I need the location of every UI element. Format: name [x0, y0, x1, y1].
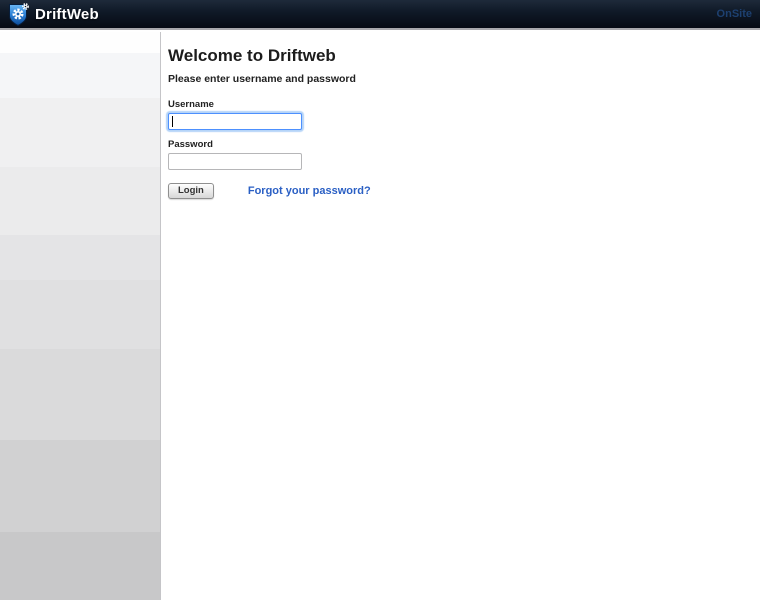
login-button[interactable]: Login [168, 183, 214, 200]
sidebar [0, 32, 161, 600]
username-field-row [168, 113, 304, 131]
sidebar-stripe [0, 280, 160, 349]
username-label: Username [168, 99, 214, 111]
app-title: DriftWeb [35, 5, 99, 23]
onsite-link[interactable]: OnSite [717, 8, 752, 20]
password-input[interactable] [168, 153, 302, 171]
password-label: Password [168, 139, 213, 151]
sidebar-stripe [0, 532, 160, 600]
sidebar-stripe [0, 440, 160, 532]
button-row: Login Forgot your password? [168, 183, 760, 200]
shield-gear-icon [8, 2, 30, 27]
password-field-row [168, 153, 304, 171]
text-caret [172, 116, 173, 128]
page-subtitle: Please enter username and password [168, 73, 356, 86]
main-content: Welcome to Driftweb Please enter usernam… [162, 32, 760, 600]
top-header: DriftWeb OnSite [0, 0, 760, 30]
app-logo[interactable]: DriftWeb [8, 2, 99, 27]
sidebar-stripe [0, 98, 160, 167]
sidebar-stripe [0, 349, 160, 440]
sidebar-stripe [0, 53, 160, 98]
page-title: Welcome to Driftweb [168, 46, 336, 65]
sidebar-stripe [0, 32, 160, 53]
sidebar-stripe [0, 167, 160, 235]
login-form: Username Password Login Forgot your pass… [168, 99, 760, 200]
username-input[interactable] [168, 113, 302, 131]
page: DriftWeb OnSite Welcome to Driftweb Plea… [0, 0, 760, 600]
forgot-password-link[interactable]: Forgot your password? [248, 185, 371, 197]
sidebar-stripe [0, 235, 160, 280]
